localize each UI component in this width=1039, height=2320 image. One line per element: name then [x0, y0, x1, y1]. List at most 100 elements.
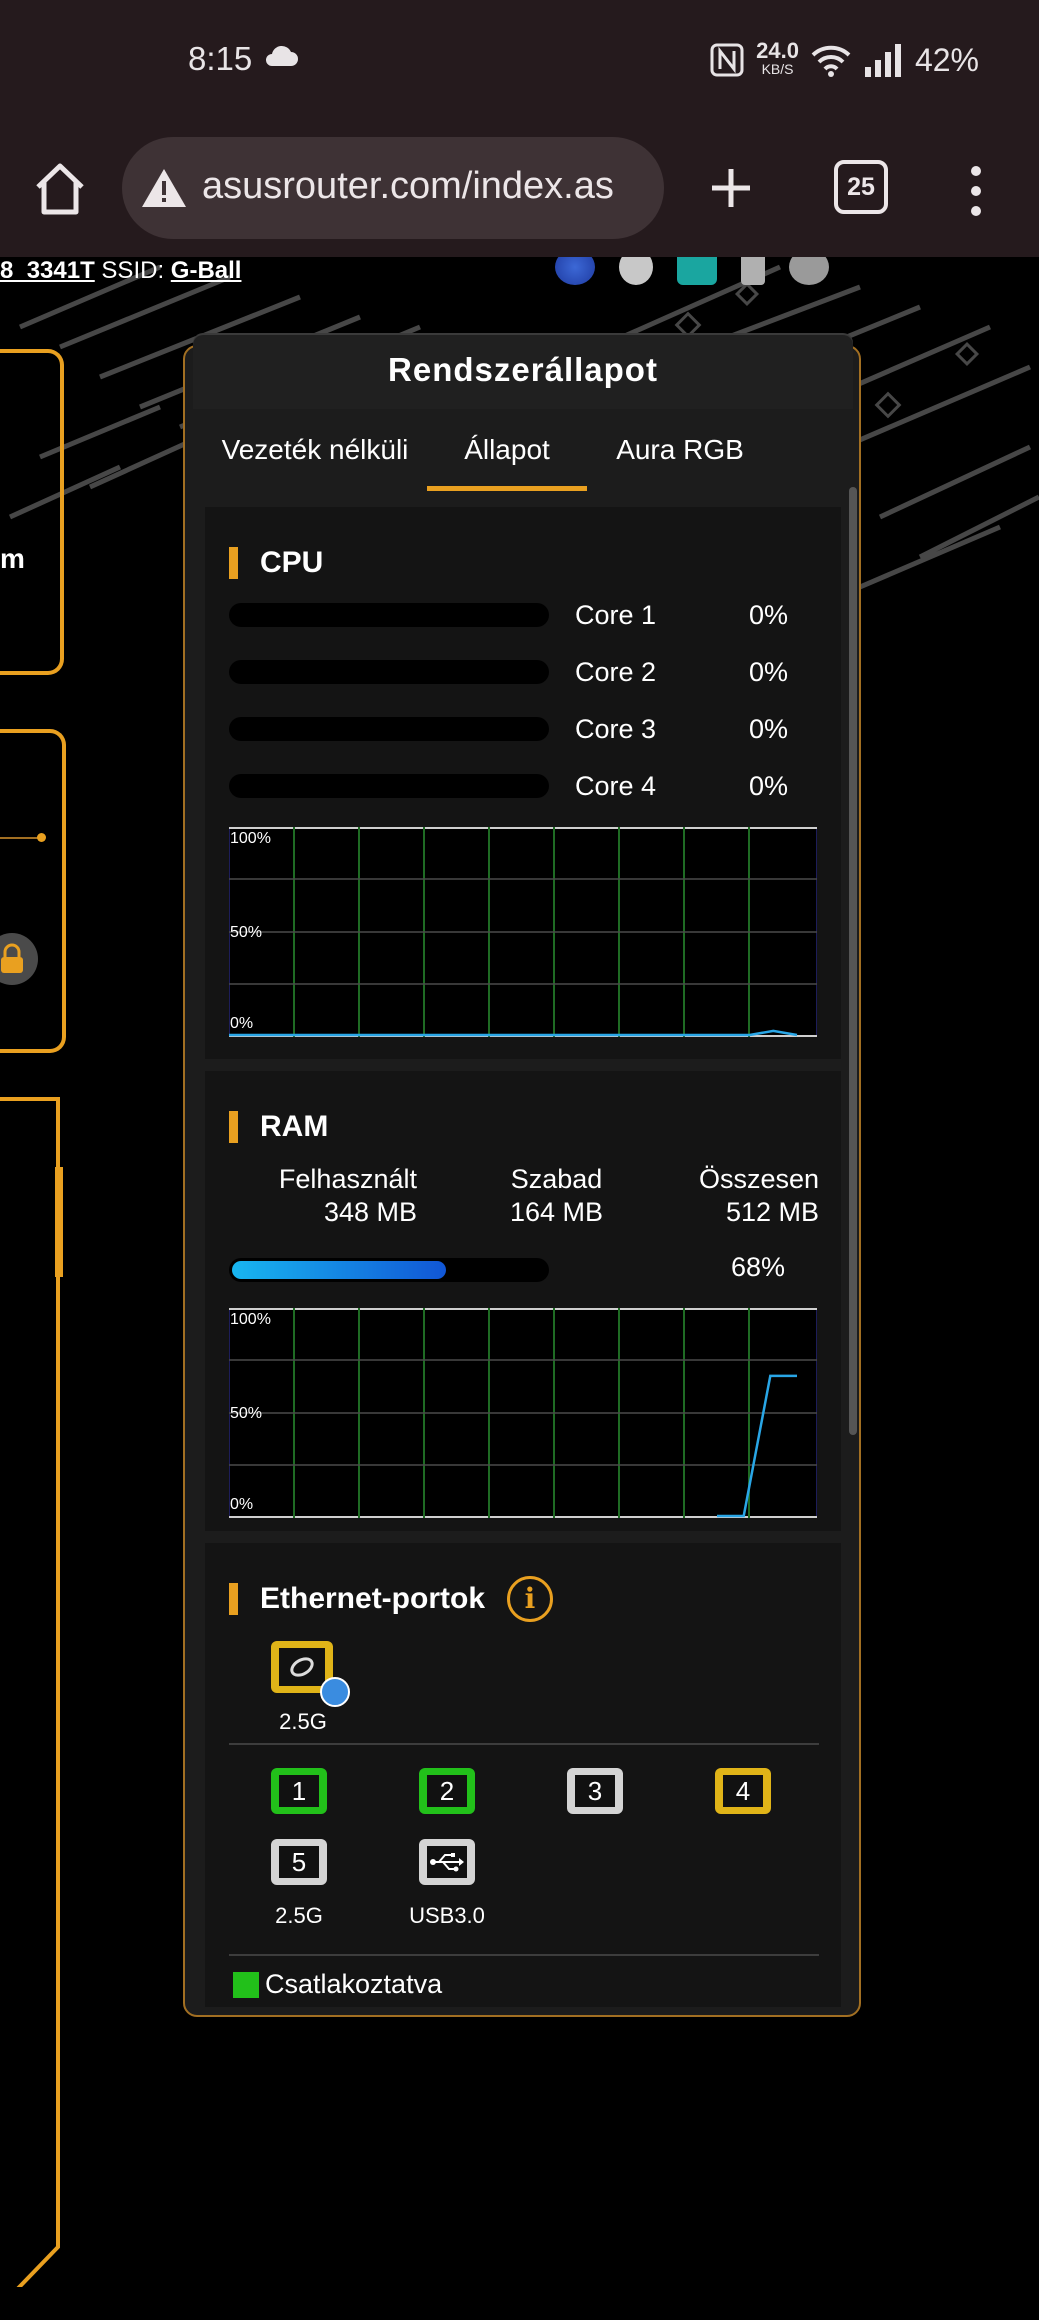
lock-button[interactable]	[0, 933, 38, 985]
globe-icon[interactable]	[555, 257, 595, 285]
port-5-label: 2.5G	[275, 1903, 323, 1928]
tab-wireless[interactable]: Vezeték nélküli	[203, 409, 427, 491]
panel-scrollbar[interactable]	[849, 487, 857, 1435]
usb-status-icon[interactable]	[741, 257, 765, 285]
core-usage-bar	[229, 717, 549, 741]
ssid-label: SSID:	[101, 257, 165, 284]
left-card-2-dot	[37, 833, 46, 842]
core-usage-bar	[229, 660, 549, 684]
left-card-2-line	[0, 837, 40, 839]
internet-icon	[290, 1657, 314, 1677]
connected-swatch	[233, 1971, 259, 1998]
lan-port-5[interactable]: 5	[271, 1839, 327, 1885]
graph-canvas: 100% 50% 0%	[229, 827, 817, 1037]
monitor-icon[interactable]	[677, 257, 717, 285]
core-name: Core 3	[575, 714, 657, 744]
info-icon[interactable]: i	[507, 1576, 553, 1622]
lock-icon	[1, 943, 23, 973]
graph-usage-line	[717, 1374, 797, 1518]
panel-tabs: Vezeték nélküli Állapot Aura RGB	[185, 409, 859, 491]
port-number: 1	[279, 1775, 319, 1807]
core-percent: 0%	[749, 600, 789, 630]
graph-axis-label: 50%	[230, 1405, 262, 1422]
ram-usage-bar	[229, 1258, 549, 1282]
url-text[interactable]: asusrouter.com/index.as	[202, 165, 614, 208]
tab-switcher-button[interactable]: 25	[834, 160, 888, 214]
usb-port[interactable]	[419, 1839, 475, 1885]
cpu-title: CPU	[229, 546, 324, 579]
port-number: 5	[279, 1846, 319, 1878]
port-number: 3	[575, 1775, 615, 1807]
users-icon[interactable]	[619, 257, 653, 285]
section-marker	[229, 1111, 238, 1143]
status-time: 8:15	[188, 40, 253, 77]
ram-usage-percent: 68%	[731, 1252, 786, 1282]
panel-title: Rendszerállapot	[388, 351, 658, 388]
lan-port-1[interactable]: 1	[271, 1768, 327, 1814]
router-info-line: 8_3341T SSID: G-Ball	[0, 257, 241, 285]
status-bar: 8:15 24.0 KB/S 42%	[0, 0, 1039, 125]
ram-total: Összesen 512 MB	[669, 1163, 819, 1229]
nfc-icon	[710, 43, 744, 77]
ram-free-label: Szabad	[510, 1164, 603, 1194]
new-tab-icon[interactable]	[706, 163, 756, 213]
address-bar[interactable]: asusrouter.com/index.as	[122, 137, 664, 239]
ram-free-value: 164 MB	[509, 1197, 604, 1227]
graph-usage-line	[229, 1029, 798, 1037]
core-name: Core 4	[575, 771, 657, 801]
core-usage-bar	[229, 774, 549, 798]
network-speed-unit: KB/S	[761, 61, 794, 77]
browser-toolbar: asusrouter.com/index.as 25	[0, 125, 1039, 257]
lan-port-2[interactable]: 2	[419, 1768, 475, 1814]
graph-axis-label: 50%	[230, 924, 262, 941]
cpu-core-row: Core 3 0%	[229, 714, 819, 744]
lan-port-3[interactable]: 3	[567, 1768, 623, 1814]
legend-connected: Csatlakoztatva	[233, 1969, 442, 2000]
wan-port-label: 2.5G	[279, 1709, 327, 1734]
usb-port-label: USB3.0	[409, 1903, 485, 1928]
lan-port-4[interactable]: 4	[715, 1768, 771, 1814]
ram-total-label: Összesen	[698, 1164, 819, 1194]
ram-total-value: 512 MB	[725, 1197, 819, 1227]
ram-stats: Felhasznált 348 MB Szabad 164 MB Összese…	[229, 1163, 819, 1233]
section-marker	[229, 1583, 238, 1615]
core-percent: 0%	[749, 714, 789, 744]
usb-icon	[430, 1853, 464, 1872]
network-speed: 24.0 KB/S	[756, 40, 799, 78]
section-marker	[229, 547, 238, 579]
settings-gear-icon[interactable]	[789, 257, 829, 285]
left-card-3	[0, 1097, 63, 2287]
graph-axis-label: 0%	[230, 1496, 253, 1513]
cpu-title-text: CPU	[260, 546, 324, 579]
port-number: 4	[723, 1775, 763, 1807]
ram-title-text: RAM	[260, 1110, 329, 1143]
ssid-value[interactable]: G-Ball	[171, 257, 242, 284]
network-name[interactable]: 8_3341T	[0, 257, 95, 284]
warning-icon[interactable]	[140, 167, 188, 209]
ethernet-title-text: Ethernet-portok	[260, 1582, 485, 1615]
legend-connected-text: Csatlakoztatva	[265, 1969, 443, 1999]
ram-used: Felhasznált 348 MB	[264, 1163, 417, 1229]
more-menu-icon[interactable]	[964, 163, 988, 219]
ram-section: RAM Felhasznált 348 MB Szabad 164 MB Öss…	[205, 1071, 841, 1531]
ram-free: Szabad 164 MB	[504, 1163, 609, 1229]
graph-axis-label: 100%	[230, 1311, 271, 1328]
core-name: Core 2	[575, 657, 657, 687]
ethernet-divider	[229, 1954, 819, 1956]
ram-title: RAM	[229, 1110, 329, 1143]
home-icon[interactable]	[32, 161, 88, 217]
graph-axis-label: 0%	[230, 1015, 253, 1032]
tab-status[interactable]: Állapot	[427, 409, 587, 491]
ram-usage-graph: 100% 50% 0%	[229, 1308, 817, 1518]
cpu-core-row: Core 1 0%	[229, 600, 819, 630]
core-usage-bar	[229, 603, 549, 627]
left-card-text: m	[0, 543, 25, 574]
graph-canvas: 100% 50% 0%	[229, 1308, 817, 1518]
tab-aura-rgb[interactable]: Aura RGB	[587, 409, 773, 491]
cpu-core-row: Core 4 0%	[229, 771, 819, 801]
graph-axis-label: 100%	[230, 830, 271, 847]
ram-used-label: Felhasznált	[278, 1164, 417, 1194]
wan-port-inner	[279, 1648, 325, 1686]
ethernet-divider	[229, 1743, 819, 1745]
battery-level: 42%	[914, 41, 979, 78]
